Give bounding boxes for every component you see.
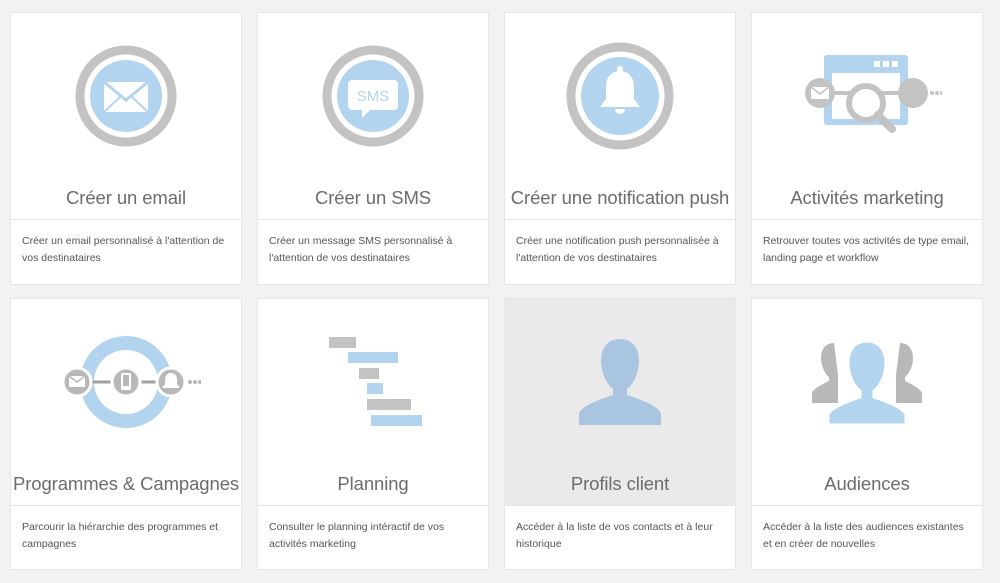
card-description: Accéder à la liste de vos contacts et à … (516, 521, 713, 550)
card-title: Créer un SMS (314, 187, 431, 208)
card-planning[interactable]: Planning Consulter le planning intéracti… (258, 299, 488, 569)
group-silhouette-icon (752, 299, 982, 464)
card-header: Activités marketing (752, 13, 982, 219)
card-header: Audiences (752, 299, 982, 505)
card-title: Activités marketing (790, 187, 944, 208)
home-card-grid: Créer un email Créer un email personnali… (0, 0, 1000, 583)
card-description: Créer un message SMS personnalisé à l'at… (269, 235, 453, 264)
card-create-email[interactable]: Créer un email Créer un email personnali… (11, 13, 241, 284)
card-divider (11, 219, 241, 220)
card-title: Planning (337, 473, 409, 494)
card-header: Programmes & Campagnes (11, 299, 241, 505)
card-divider (258, 505, 488, 506)
card-description: Créer une notification push personnalisé… (516, 235, 719, 264)
person-silhouette-icon (505, 299, 735, 464)
card-divider (11, 505, 241, 506)
sms-icon-text: SMS (357, 88, 390, 105)
card-audiences[interactable]: Audiences Accéder à la liste des audienc… (752, 299, 982, 569)
card-description: Accéder à la liste des audiences existan… (763, 521, 964, 550)
card-header: Planning (258, 299, 488, 505)
card-header: SMS Créer un SMS (258, 13, 488, 219)
card-create-sms[interactable]: SMS Créer un SMS Créer un message SMS pe… (258, 13, 488, 284)
card-divider (258, 219, 488, 220)
card-marketing-activities[interactable]: Activités marketing Retrouver toutes vos… (752, 13, 982, 284)
sms-icon: SMS (258, 13, 488, 178)
card-customer-profiles[interactable]: Profils client Accéder à la liste de vos… (505, 299, 735, 569)
card-divider (752, 219, 982, 220)
gantt-chart-icon (258, 299, 488, 464)
card-header: Créer un email (11, 13, 241, 219)
card-divider (505, 505, 735, 506)
card-title: Créer un email (66, 187, 186, 208)
card-title: Programmes & Campagnes (12, 473, 240, 494)
card-divider (505, 219, 735, 220)
card-title: Profils client (570, 473, 670, 494)
card-description: Retrouver toutes vos activités de type e… (763, 235, 970, 264)
card-title: Audiences (824, 473, 910, 494)
card-programs-campaigns[interactable]: Programmes & Campagnes Parcourir la hiér… (11, 299, 241, 569)
marketing-search-icon (752, 13, 982, 178)
card-description: Parcourir la hiérarchie des programmes e… (22, 521, 219, 550)
card-title: Créer une notification push (510, 187, 730, 208)
card-header: Profils client (505, 299, 735, 505)
campaign-cycle-icon (11, 299, 241, 464)
envelope-icon (11, 13, 241, 178)
card-description: Créer un email personnalisé à l'attentio… (22, 235, 225, 264)
card-description: Consulter le planning intéractif de vos … (269, 521, 445, 550)
card-header: Créer une notification push (505, 13, 735, 219)
bell-icon (505, 13, 735, 178)
card-divider (752, 505, 982, 506)
card-create-push-notification[interactable]: Créer une notification push Créer une no… (505, 13, 735, 284)
